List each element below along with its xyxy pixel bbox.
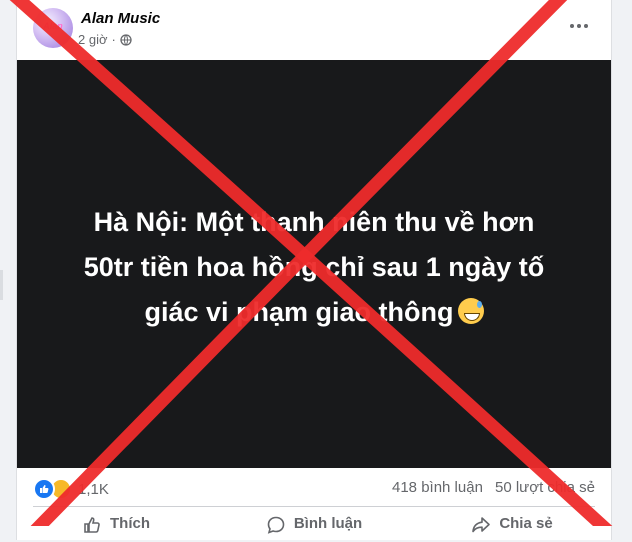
reactions-summary[interactable]: 1,1K — [33, 478, 109, 500]
share-label: Chia sẻ — [499, 515, 553, 532]
post-header: Alan Alan Music 2 giờ · — [17, 0, 611, 58]
grinning-face-with-sweat-emoji — [457, 298, 484, 324]
avatar-text: Alan — [43, 21, 63, 31]
page-edge — [0, 270, 3, 300]
post-time[interactable]: 2 giờ — [78, 32, 108, 47]
globe-icon — [120, 33, 132, 46]
like-reaction-icon — [33, 478, 55, 500]
share-count[interactable]: 50 lượt chia sẻ — [495, 479, 595, 496]
like-label: Thích — [110, 515, 150, 532]
post-card: Alan Alan Music 2 giờ · Hà Nội: Một than… — [16, 0, 612, 540]
post-meta: 2 giờ · — [78, 32, 132, 47]
comment-count[interactable]: 418 bình luận — [392, 479, 483, 496]
thumbs-up-icon — [84, 517, 100, 533]
like-button[interactable]: Thích — [17, 508, 215, 542]
post-actions: Thích Bình luận Chia sẻ — [17, 508, 611, 542]
post-stats: 1,1K 418 bình luận 50 lượt chia sẻ — [17, 468, 611, 508]
comment-label: Bình luận — [293, 515, 363, 532]
share-icon — [472, 517, 491, 533]
reaction-count: 1,1K — [78, 480, 109, 498]
more-horizontal-icon[interactable] — [567, 14, 591, 38]
caption-line-3: giác vi phạm giao thông — [47, 290, 581, 335]
post-image[interactable]: Hà Nội: Một thanh niên thu về hơn 50tr t… — [17, 60, 611, 468]
caption-line-1: Hà Nội: Một thanh niên thu về hơn — [93, 207, 535, 237]
meta-separator: · — [111, 32, 116, 47]
comment-icon — [267, 516, 285, 534]
actions-divider — [33, 506, 595, 507]
avatar[interactable]: Alan — [33, 8, 73, 48]
image-caption-text: Hà Nội: Một thanh niên thu về hơn 50tr t… — [47, 200, 581, 335]
share-button[interactable]: Chia sẻ — [413, 508, 611, 542]
author-name[interactable]: Alan Music — [81, 10, 160, 27]
caption-line-2: 50tr tiền hoa hồng chỉ sau 1 ngày tố — [83, 252, 545, 282]
comment-button[interactable]: Bình luận — [215, 508, 413, 542]
